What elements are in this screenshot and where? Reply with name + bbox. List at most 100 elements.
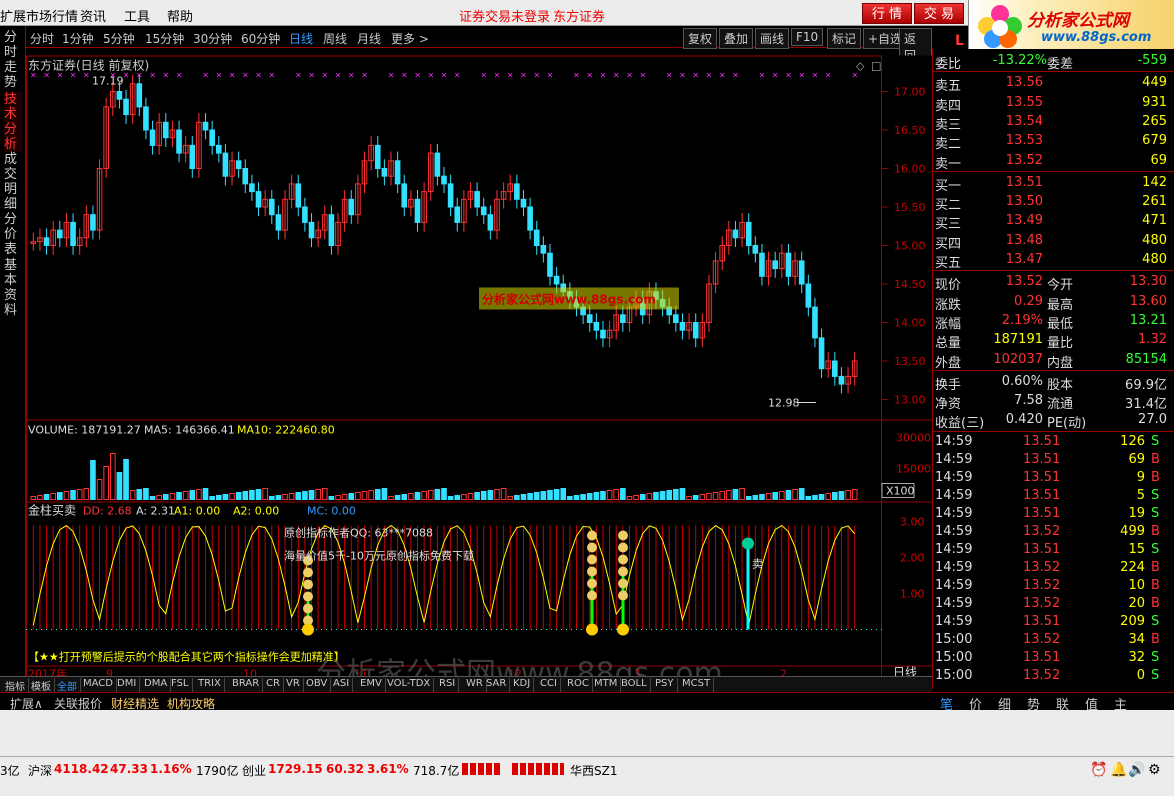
tab-fundamentals[interactable]: 基本资料 [4,258,22,318]
signal-x-mark: × [692,71,699,80]
alarm-icon[interactable]: ⏰ [1090,762,1107,778]
weibi-row[interactable]: 委比 -13.22% 委差 -559 [933,51,1174,72]
stat-row[interactable]: 现价 13.52 今开 13.30 [933,272,1174,293]
bid-row[interactable]: 买一 13.51 142 [933,173,1174,194]
period-5min[interactable]: 5分钟 [103,30,135,47]
indicator-tab-brar[interactable]: BRAR [229,678,264,692]
indicator-tab-mtm[interactable]: MTM [591,678,622,692]
bid-row[interactable]: 买二 13.50 261 [933,192,1174,213]
indicator-tab-指标[interactable]: 指标 [2,678,29,693]
sound-icon[interactable]: 🔊 [1128,762,1145,778]
indicator-tab-dmi[interactable]: DMI [114,678,141,692]
tick-row[interactable]: 15:00 13.51 32 S [933,648,1174,667]
indicator-tab-psy[interactable]: PSY [652,678,678,692]
indicator-tab-模板[interactable]: 模板 [28,678,55,693]
tab-fenshi[interactable]: 分时走势 [4,30,22,90]
period-15min[interactable]: 15分钟 [145,30,184,47]
bid-row[interactable]: 买五 13.47 480 [933,250,1174,271]
tick-row[interactable]: 14:59 13.52 20 B [933,594,1174,613]
settings-icon[interactable]: ⚙ [1148,762,1161,778]
indicator-tab-emv[interactable]: EMV [357,678,386,692]
indicator-tab-vol-tdx[interactable]: VOL-TDX [384,678,435,692]
draw-button[interactable]: 画线 [755,28,790,49]
period-60min[interactable]: 60分钟 [241,30,280,47]
tick-row[interactable]: 14:59 13.51 5 S [933,486,1174,505]
period-fenshi[interactable]: 分时 [30,30,54,47]
volume-bar [520,494,527,500]
cell: 13.55 [1005,94,1043,110]
stat2-row[interactable]: 收益(三) 0.420 PE(动) 27.0 [933,410,1174,431]
tab-technical[interactable]: 技术分析 [4,92,22,152]
bid-row[interactable]: 买四 13.48 480 [933,231,1174,252]
trade-button[interactable]: 交 易 [914,3,964,24]
indicator-tab-obv[interactable]: OBV [303,678,332,692]
hs-amount: 1790亿 [196,764,239,778]
period-1min[interactable]: 1分钟 [62,30,94,47]
promo-text: 海量价值5千-10万元原创指标免费下载 [284,549,474,563]
stat2-row[interactable]: 换手 0.60% 股本 69.9亿 [933,372,1174,393]
kline-chart[interactable]: 东方证券(日线 前复权) ◇ □ × × × × × × × × × × × × × × × × × × × × × × ×… [26,49,932,689]
tick-row[interactable]: 14:59 13.51 126 S [933,432,1174,451]
tick-row[interactable]: 14:59 13.51 15 S [933,540,1174,559]
tick-row[interactable]: 14:59 13.52 224 B [933,558,1174,577]
bell-icon[interactable]: 🔔 [1110,762,1127,778]
ask-row[interactable]: 卖四 13.55 931 [933,93,1174,114]
stat-row[interactable]: 涨幅 2.19% 最低 13.21 [933,311,1174,332]
tick-row[interactable]: 14:59 13.51 69 B [933,450,1174,469]
indicator-tab-cr[interactable]: CR [263,678,284,692]
stat-row[interactable]: 涨跌 0.29 最高 13.60 [933,292,1174,313]
tick-row[interactable]: 14:59 13.51 9 B [933,468,1174,487]
bid-row[interactable]: 买三 13.49 471 [933,211,1174,232]
indicator-tab-rsi[interactable]: RSI [436,678,460,692]
overlay-button[interactable]: 叠加 [719,28,754,49]
period-daily[interactable]: 日线 [289,30,313,47]
login-status[interactable]: 证券交易未登录 [459,6,550,25]
tick-row[interactable]: 14:59 13.51 19 S [933,504,1174,523]
indicator-tab-mcst[interactable]: MCST [679,678,715,692]
indicator-tab-macd[interactable]: MACD [80,678,117,692]
menu-help[interactable]: 帮助 [167,6,193,25]
indicator-tab-cci[interactable]: CCI [537,678,561,692]
menu-news[interactable]: 资讯 [80,6,106,25]
stat2-row[interactable]: 净资 7.58 流通 31.4亿 [933,391,1174,412]
tick-row[interactable]: 14:59 13.52 499 B [933,522,1174,541]
stat-row[interactable]: 外盘 102037 内盘 85154 [933,350,1174,371]
period-monthly[interactable]: 月线 [357,30,381,47]
ask-row[interactable]: 卖三 13.54 265 [933,112,1174,133]
tick-row[interactable]: 15:00 13.52 0 S [933,666,1174,685]
ask-row[interactable]: 卖一 13.52 69 [933,151,1174,172]
candle-body [56,229,63,239]
indicator-tab-全部[interactable]: 全部 [54,678,81,693]
candle-body [812,306,818,339]
broker-link[interactable]: 东方证券 [553,6,605,25]
stat-row[interactable]: 总量 187191 量比 1.32 [933,330,1174,351]
tick-row[interactable]: 15:00 13.52 34 B [933,630,1174,649]
tick-row[interactable]: 14:59 13.51 209 S [933,612,1174,631]
mark-button[interactable]: 标记 [827,28,862,49]
indicator-tab-boll[interactable]: BOLL [618,678,651,692]
indicator-tab-sar[interactable]: SAR [483,678,511,692]
indicator-tab-vr[interactable]: VR [283,678,304,692]
indicator-tab-kdj[interactable]: KDJ [510,678,535,692]
indicator-tab-fsl[interactable]: FSL [168,678,193,692]
menu-tools[interactable]: 工具 [124,6,150,25]
indicator-tab-trix[interactable]: TRIX [195,678,225,692]
tick-row[interactable]: 14:59 13.52 10 B [933,576,1174,595]
tab-price-dist[interactable]: 分价表 [4,212,22,257]
period-30min[interactable]: 30分钟 [193,30,232,47]
tab-trades[interactable]: 成交明细 [4,152,22,212]
indicator-tab-asi[interactable]: ASI [330,678,354,692]
indicator-name[interactable]: 金柱买卖 [28,503,76,518]
quote-button[interactable]: 行 情 [862,3,912,24]
square-icon[interactable]: □ [871,60,881,73]
period-more[interactable]: 更多 > [391,30,429,47]
indicator-tab-dma[interactable]: DMA [141,678,172,692]
candle-body [123,98,129,116]
f10-button[interactable]: F10 [791,28,824,46]
ask-row[interactable]: 卖五 13.56 449 [933,73,1174,94]
fuquan-button[interactable]: 复权 [683,28,718,49]
indicator-tab-roc[interactable]: ROC [564,678,593,692]
indicator-a: A: 2.31 [136,505,175,518]
period-weekly[interactable]: 周线 [323,30,347,47]
ask-row[interactable]: 卖二 13.53 679 [933,131,1174,152]
